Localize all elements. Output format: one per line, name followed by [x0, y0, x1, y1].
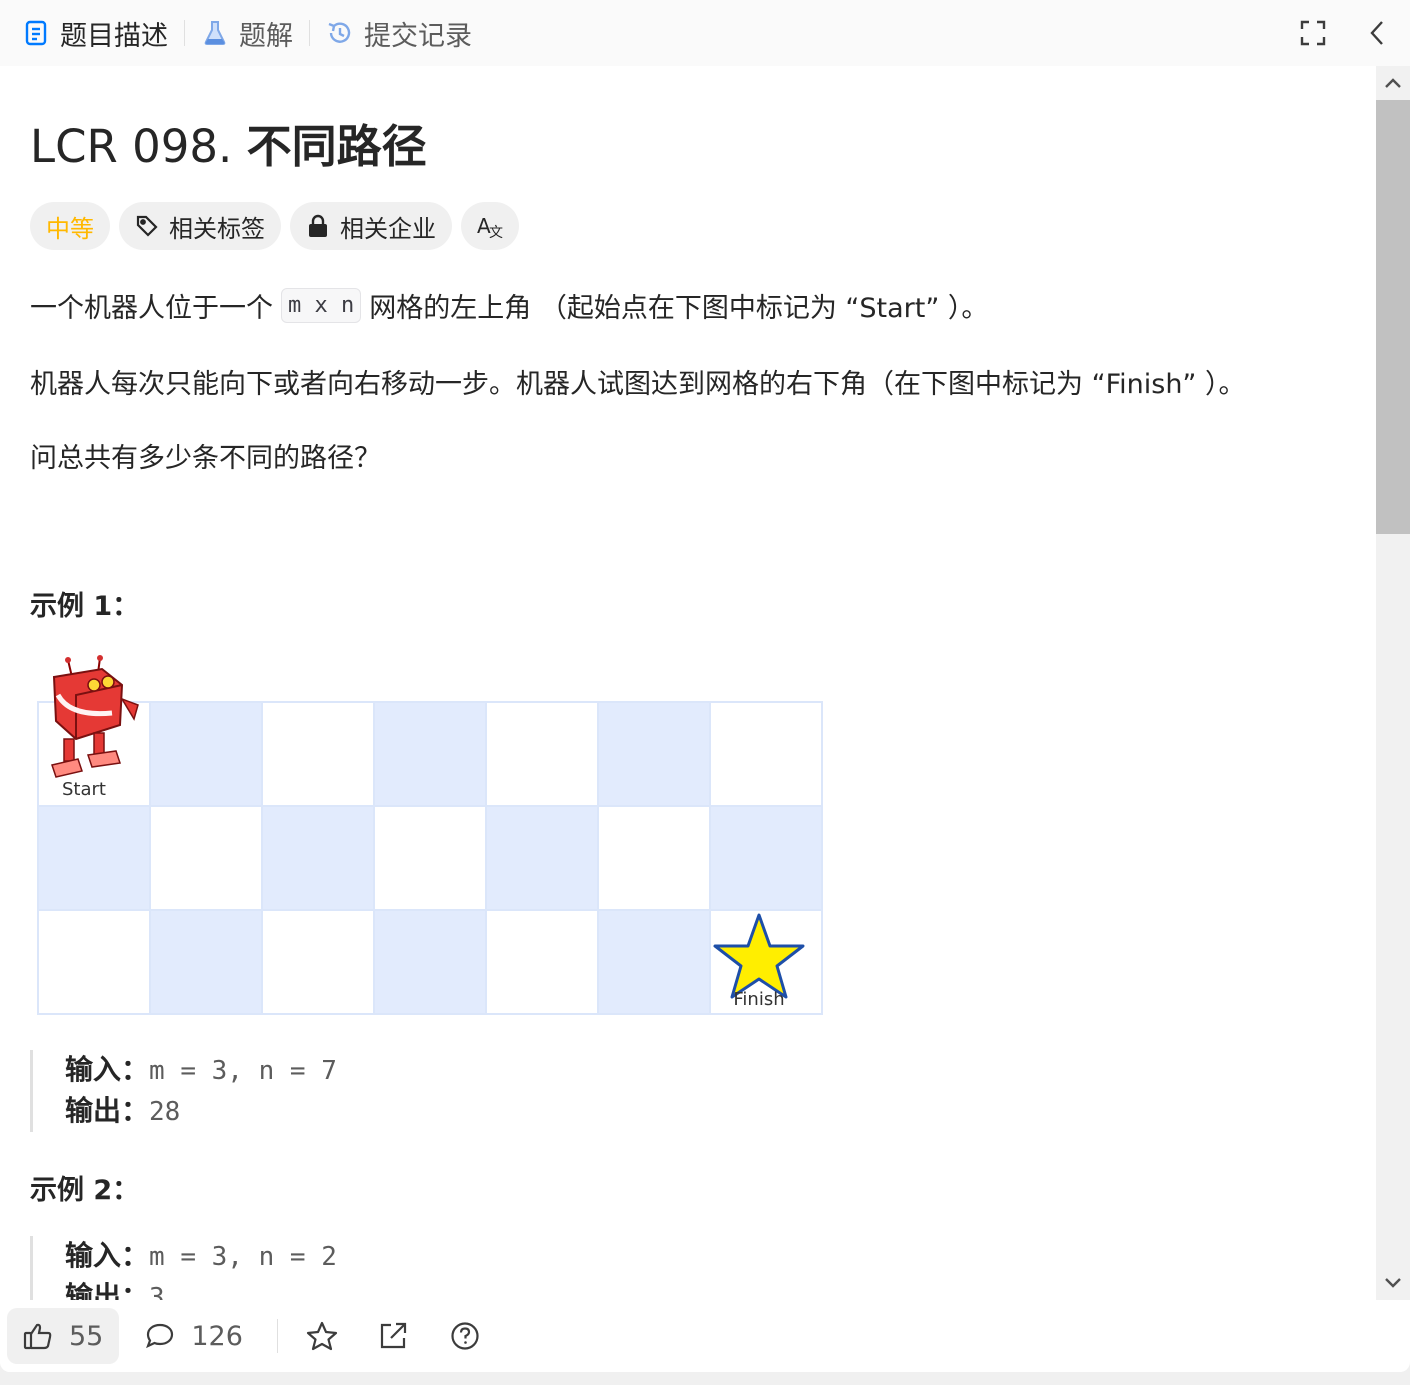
problem-name: 不同路径 [246, 120, 427, 173]
like-count: 55 [69, 1320, 104, 1352]
example-1-input-line: 输入：m = 3, n = 7 [65, 1050, 337, 1091]
grid-cell [485, 805, 599, 911]
example-1-heading: 示例 1： [30, 591, 140, 622]
fullscreen-icon[interactable] [1298, 18, 1328, 48]
robot-grid-figure: Start Finish [37, 655, 823, 1015]
grid-cell [37, 909, 151, 1015]
favorite-star-icon[interactable] [306, 1321, 338, 1351]
tab-submissions[interactable]: 提交记录 [326, 0, 472, 66]
output-label: 输出： [65, 1280, 150, 1300]
difficulty-label: 中等 [46, 214, 94, 243]
tabbar-actions [1298, 0, 1392, 66]
start-label: Start [62, 779, 106, 800]
description-icon [22, 19, 50, 47]
translate-icon: A文 [477, 213, 503, 239]
grid-cell [373, 805, 487, 911]
collapse-chevron-left-icon[interactable] [1362, 18, 1392, 48]
example-2-block: 输入：m = 3, n = 2 输出：3 [30, 1236, 337, 1300]
grid-cell [149, 805, 263, 911]
lock-icon [306, 214, 330, 238]
thumbs-up-icon [23, 1322, 53, 1350]
grid-cell [597, 805, 711, 911]
grid-cell [261, 805, 375, 911]
grid-cell [149, 909, 263, 1015]
comment-count: 126 [191, 1320, 243, 1352]
flask-icon [201, 19, 229, 47]
output-value: 28 [149, 1097, 181, 1127]
input-label: 输入： [65, 1053, 150, 1086]
bottom-action-bar: 55 126 [0, 1300, 1376, 1372]
help-question-icon[interactable] [450, 1321, 480, 1351]
finish-label: Finish [733, 989, 784, 1010]
comment-icon [145, 1322, 175, 1350]
example-1-block: 输入：m = 3, n = 7 输出：28 [30, 1050, 337, 1132]
scroll-up-icon[interactable] [1376, 66, 1410, 100]
description-paragraph-3: 问总共有多少条不同的路径？ [30, 436, 381, 475]
grid-cell [149, 701, 263, 807]
grid-cell [485, 909, 599, 1015]
history-icon [326, 19, 354, 47]
tab-divider [184, 20, 185, 46]
input-label: 输入： [65, 1239, 150, 1272]
example-2-input-line: 输入：m = 3, n = 2 [65, 1236, 337, 1277]
tab-solutions-label: 题解 [239, 20, 293, 52]
description-paragraph-1: 一个机器人位于一个 m x n 网格的左上角 （起始点在下图中标记为 “Star… [30, 286, 988, 325]
tag-icon [135, 214, 159, 238]
example-2-output-line: 输出：3 [65, 1277, 337, 1300]
input-value: m = 3, n = 7 [149, 1056, 337, 1086]
example-2-heading: 示例 2： [30, 1175, 140, 1206]
tab-description[interactable]: 题目描述 [22, 0, 168, 66]
like-button[interactable]: 55 [7, 1308, 120, 1364]
grid-cell [597, 909, 711, 1015]
scrollbar-thumb[interactable] [1376, 100, 1410, 534]
description-text: 一个机器人位于一个 [30, 293, 273, 324]
description-text: 问总共有多少条不同的路径？ [30, 443, 381, 474]
difficulty-badge[interactable]: 中等 [30, 202, 110, 250]
related-tags-button[interactable]: 相关标签 [119, 202, 281, 250]
inline-code: m x n [281, 288, 362, 323]
problem-panel: 题目描述 题解 提交记录 LCR 098. 不同路径 中等 相关标签 相关企业 … [0, 0, 1410, 1372]
share-external-icon[interactable] [378, 1321, 408, 1351]
related-companies-label: 相关企业 [340, 214, 436, 243]
grid-cell [373, 909, 487, 1015]
description-text: 机器人每次只能向下或者向右移动一步。机器人试图达到网格的右下角（在下图中标记为 … [30, 369, 1246, 400]
output-value: 3 [149, 1283, 165, 1300]
grid-cell [709, 805, 823, 911]
grid-cell [597, 701, 711, 807]
related-companies-button[interactable]: 相关企业 [290, 202, 452, 250]
scroll-down-icon[interactable] [1376, 1266, 1410, 1300]
tab-divider [309, 20, 310, 46]
grid-cell [261, 909, 375, 1015]
page-title: LCR 098. 不同路径 [30, 110, 427, 175]
input-value: m = 3, n = 2 [149, 1242, 337, 1272]
bottom-divider [276, 1319, 278, 1353]
vertical-scrollbar[interactable] [1376, 66, 1410, 1300]
tab-submissions-label: 提交记录 [364, 20, 472, 52]
translate-button[interactable]: A文 [461, 202, 519, 250]
tag-row: 中等 相关标签 相关企业 A文 [30, 202, 519, 250]
output-label: 输出： [65, 1094, 150, 1127]
description-text: 网格的左上角 （起始点在下图中标记为 “Start” ）。 [369, 293, 989, 324]
problem-number: LCR 098. [30, 120, 233, 173]
grid-cell [709, 701, 823, 807]
tab-solutions[interactable]: 题解 [201, 0, 293, 66]
related-tags-label: 相关标签 [169, 214, 265, 243]
example-1-output-line: 输出：28 [65, 1091, 337, 1132]
grid-cell [485, 701, 599, 807]
tab-bar: 题目描述 题解 提交记录 [0, 0, 1410, 66]
grid-cell [261, 701, 375, 807]
problem-content: LCR 098. 不同路径 中等 相关标签 相关企业 A文 一个机器人位于一个 … [30, 66, 1370, 1300]
comments-button[interactable]: 126 [145, 1321, 243, 1352]
description-paragraph-2: 机器人每次只能向下或者向右移动一步。机器人试图达到网格的右下角（在下图中标记为 … [30, 362, 1246, 401]
svg-text:文: 文 [489, 225, 503, 239]
grid-cell [373, 701, 487, 807]
grid-cell [37, 805, 151, 911]
tab-description-label: 题目描述 [60, 20, 168, 52]
